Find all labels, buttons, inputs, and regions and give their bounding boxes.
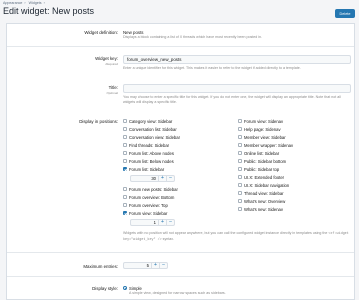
checkbox-icon[interactable] (238, 167, 242, 171)
divider (7, 46, 354, 47)
title-hint: You may choose to enter a specific title… (123, 95, 341, 104)
divider (7, 276, 354, 277)
display-style-hint: A simple view, designed for narrow space… (129, 291, 226, 295)
position-checkbox[interactable]: Forum overview: Bottom (123, 194, 174, 200)
checkbox-icon[interactable] (238, 159, 242, 163)
max-entries-label: Maximum entries: (83, 264, 118, 269)
position-checkbox[interactable]: Forum new posts: Sidebar (123, 186, 178, 192)
decrement-icon[interactable]: − (159, 262, 167, 268)
breadcrumb: Appearance › Widgets › (3, 1, 45, 5)
checkbox-icon[interactable] (123, 195, 127, 199)
order-value[interactable]: 1 (131, 220, 158, 225)
position-checkbox[interactable]: Help page: Sidenav (238, 126, 281, 132)
max-entries-value[interactable]: 5 (124, 263, 151, 268)
increment-icon[interactable]: + (151, 262, 159, 268)
checkbox-icon[interactable] (123, 143, 127, 147)
position-checkbox[interactable]: What's new: Overview (238, 198, 285, 204)
position-checkbox[interactable]: Conversation view: Sidebar (123, 134, 180, 140)
delete-button[interactable]: Delete (335, 9, 355, 18)
checkbox-icon[interactable] (238, 199, 242, 203)
position-checkbox[interactable]: Category view: Sidebar (123, 118, 172, 124)
checkbox-icon[interactable] (238, 135, 242, 139)
position-checkbox-forum-view-sidebar[interactable]: Forum view: Sidebar (123, 210, 167, 216)
divider (7, 252, 354, 253)
key-label: Widget key: (95, 56, 118, 61)
checkbox-icon[interactable] (123, 151, 127, 155)
checkbox-icon[interactable] (238, 183, 242, 187)
checkbox-checked-icon[interactable] (123, 211, 127, 215)
position-checkbox[interactable]: Member wrapper: Sidenav (238, 142, 293, 148)
checkbox-icon[interactable] (123, 135, 127, 139)
checkbox-icon[interactable] (238, 127, 242, 131)
position-checkbox[interactable]: Conversation list: Sidebar (123, 126, 177, 132)
delete-button-label: Delete (339, 11, 351, 16)
position-checkbox[interactable]: Public: Sidebar bottom (238, 158, 286, 164)
checkbox-icon[interactable] (238, 119, 242, 123)
breadcrumb-item[interactable]: Appearance (3, 1, 22, 5)
definition-label: Widget definition: (84, 30, 118, 35)
position-checkbox[interactable]: UI.X: Extended footer (238, 174, 284, 180)
position-checkbox[interactable]: What's new: Sidenav (238, 206, 283, 212)
checkbox-icon[interactable] (123, 203, 127, 207)
checkbox-checked-icon[interactable] (123, 167, 127, 171)
checkbox-icon[interactable] (238, 191, 242, 195)
position-checkbox[interactable]: Thread view: Sidebar (238, 190, 284, 196)
checkbox-icon[interactable] (238, 151, 242, 155)
widget-form: Widget definition: New posts Displays a … (6, 23, 355, 300)
display-style-label: Display style: (92, 286, 118, 291)
position-checkbox[interactable]: Online list: Sidebar (238, 150, 279, 156)
decrement-icon[interactable]: − (166, 219, 174, 225)
position-checkbox-forum-list-sidebar[interactable]: Forum list: Sidebar (123, 166, 164, 172)
key-required: Required (105, 62, 118, 66)
position-checkbox[interactable]: Member view: Sidebar (238, 134, 286, 140)
position-checkbox[interactable]: Forum list: Below nodes (123, 158, 174, 164)
positions-hint: Widgets with no position will not appear… (123, 231, 349, 242)
breadcrumb-item[interactable]: Widgets (29, 1, 42, 5)
decrement-icon[interactable]: − (166, 175, 174, 181)
checkbox-icon[interactable] (238, 207, 242, 211)
checkbox-icon[interactable] (238, 175, 242, 179)
checkbox-icon[interactable] (123, 119, 127, 123)
key-hint: Enter a unique identifier for this widge… (123, 66, 301, 70)
positions-label: Display in positions: (79, 119, 118, 124)
position-checkbox[interactable]: Public: Sidebar top (238, 166, 279, 172)
checkbox-icon[interactable] (123, 159, 127, 163)
title-label: Title: (108, 85, 118, 90)
increment-icon[interactable]: + (158, 219, 166, 225)
position-checkbox[interactable]: Forum overview: Top (123, 202, 168, 208)
forum-view-order-stepper[interactable]: 1 + − (130, 219, 175, 226)
page-title: Edit widget: New posts (3, 6, 95, 16)
position-checkbox[interactable]: Forum view: Sidenav (238, 118, 283, 124)
max-entries-stepper[interactable]: 5 + − (123, 262, 168, 269)
title-input[interactable] (123, 84, 351, 93)
checkbox-icon[interactable] (123, 187, 127, 191)
checkbox-icon[interactable] (123, 127, 127, 131)
definition-hint: Displays a block containing a list of X … (123, 35, 263, 39)
checkbox-icon[interactable] (238, 143, 242, 147)
position-checkbox[interactable]: UI.X: Sidebar navigation (238, 182, 289, 188)
position-checkbox[interactable]: Find threads: Sidebar (123, 142, 169, 148)
widget-key-input[interactable]: forum_overview_new_posts (123, 55, 351, 64)
forum-list-order-stepper[interactable]: 30 + − (130, 175, 175, 182)
position-checkbox[interactable]: Forum list: Above nodes (123, 150, 174, 156)
increment-icon[interactable]: + (158, 175, 166, 181)
title-optional: Optional (106, 91, 118, 95)
radio-selected-icon[interactable] (123, 286, 127, 290)
order-value[interactable]: 30 (131, 176, 158, 181)
